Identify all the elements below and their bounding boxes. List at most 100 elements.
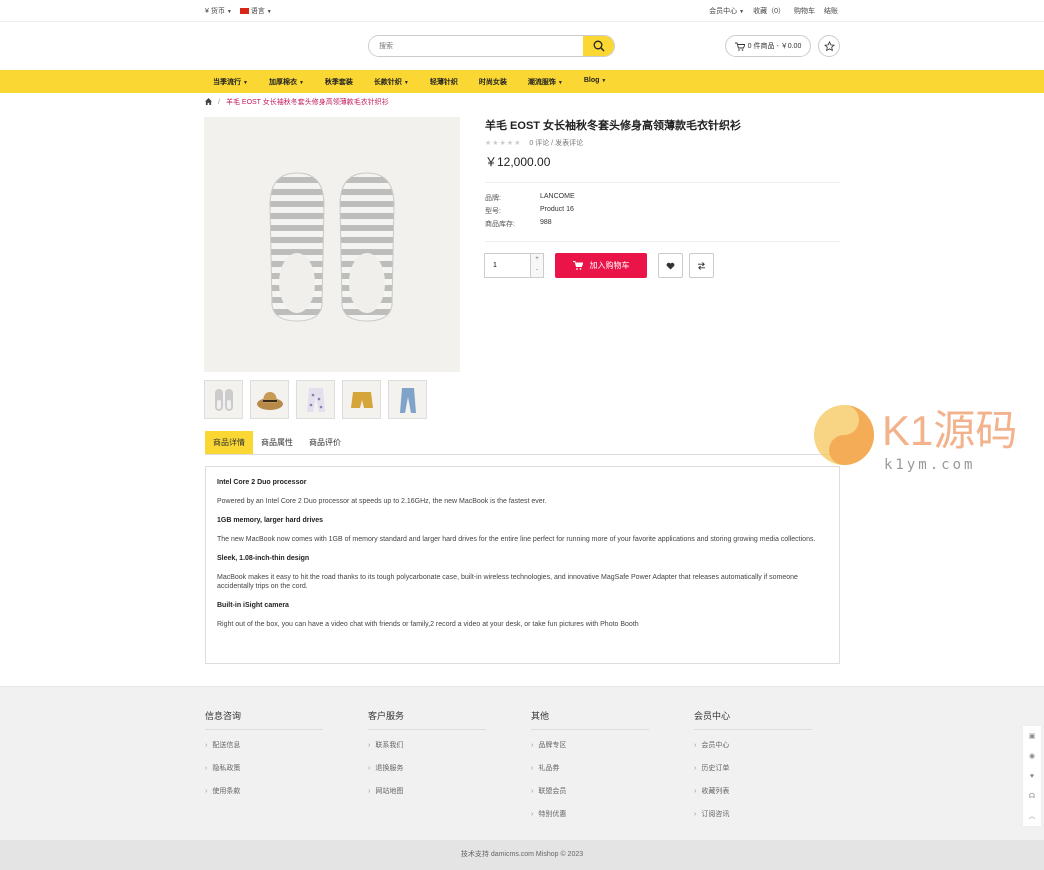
floating-sidebar: ▣ ◉ ♥ ☊ ︿ [1022,725,1042,827]
nav-item[interactable]: 秋季套装 [325,77,353,87]
cart-icon [572,261,583,270]
nav-item[interactable]: 长款针织 ▼ [374,77,409,87]
footer-column-title: 会员中心 [694,709,812,730]
footer-link[interactable]: 使用条款 [205,786,323,809]
description-text: The new MacBook now comes with 1GB of me… [217,536,816,543]
main-product-image[interactable] [204,117,460,372]
thumbnail-shorts[interactable] [342,380,381,419]
footer-link[interactable]: 收藏列表 [694,786,812,809]
add-to-cart-label: 加入购物车 [589,261,630,270]
breadcrumb-separator: / [218,98,220,106]
footer-link[interactable]: 品牌专区 [531,740,649,763]
footer-link[interactable]: 历史订单 [694,763,812,786]
footer-link[interactable]: 订阅咨讯 [694,809,812,832]
add-to-cart-button[interactable]: 加入购物车 [555,253,647,278]
breadcrumb-current[interactable]: 羊毛 EOST 女长袖秋冬套头修身高领薄款毛衣针织衫 [226,97,389,107]
header-cart-label: 0 件商品 - ￥0.00 [747,43,802,50]
rating-row: ★★★★★ 0 评论 / 发表评论 [485,138,583,148]
nav-item[interactable]: Blog ▼ [584,77,607,87]
nav-item[interactable]: 轻薄针织 [430,77,458,87]
tab-reviews[interactable]: 商品评价 [301,431,349,454]
product-specs: 品牌: LANCOME 型号: Product 16 商品库存: 988 [485,193,575,232]
add-to-wishlist-button[interactable] [658,253,683,278]
quantity-stepper: + - [484,253,544,278]
sidebar-cart-icon[interactable]: ▣ [1023,726,1041,746]
top-bar: ¥ 货币 ▼ 语言 ▼ 会员中心 ▼ 收藏（0） 购物车 结账 [0,0,1044,22]
search-box [368,35,615,57]
spec-brand: 品牌: LANCOME [485,193,575,206]
nav-item[interactable]: 潮流服饰 ▼ [528,77,563,87]
sidebar-headset-icon[interactable]: ☊ [1023,786,1041,806]
footer-link[interactable]: 联盟会员 [531,786,649,809]
chevron-down-icon: ▼ [243,80,248,86]
footer-link[interactable]: 退换服务 [368,763,486,786]
header-cart-button[interactable]: 0 件商品 - ￥0.00 [725,35,811,57]
top-bar-right: 会员中心 ▼ 收藏（0） 购物车 结账 [709,6,838,16]
tab-attributes[interactable]: 商品属性 [253,431,301,454]
sidebar-user-icon[interactable]: ◉ [1023,746,1041,766]
footer-link[interactable]: 网站地图 [368,786,486,809]
brand-link[interactable]: LANCOME [540,193,575,206]
home-icon[interactable] [205,97,212,107]
shorts-thumb-image [350,391,373,408]
thumbnail-hat[interactable] [250,380,289,419]
divider [485,182,840,183]
member-center-link[interactable]: 会员中心 ▼ [709,6,744,16]
footer-link[interactable]: 隐私政策 [205,763,323,786]
cart-link[interactable]: 购物车 [794,6,815,16]
rating-stars-icon: ★★★★★ [485,140,522,147]
top-bar-left: ¥ 货币 ▼ 语言 ▼ [205,6,272,16]
description-text: MacBook makes it easy to hit the road th… [217,574,798,590]
exchange-icon [697,261,706,270]
description-text: Powered by an Intel Core 2 Duo processor… [217,498,547,505]
nav-item[interactable]: 加厚棉衣 ▼ [269,77,304,87]
header: 0 件商品 - ￥0.00 [0,22,1044,70]
product-title: 羊毛 EOST 女长袖秋冬套头修身高领薄款毛衣针织衫 [485,120,742,132]
reviews-link[interactable]: 0 评论 / 发表评论 [529,138,583,148]
product-price: ￥12,000.00 [485,155,551,169]
nav-item[interactable]: 时尚女装 [479,77,507,87]
footer-column-member: 会员中心 会员中心 历史订单 收藏列表 订阅咨讯 [694,709,812,832]
footer-link[interactable]: 会员中心 [694,740,812,763]
sidebar-heart-icon[interactable]: ♥ [1023,766,1041,786]
quantity-decrease-button[interactable]: - [530,265,543,277]
tab-details[interactable]: 商品详情 [205,431,253,454]
thumbnail-pants-floral[interactable] [296,380,335,419]
nav-item[interactable]: 当季流行 ▼ [213,77,248,87]
footer-link[interactable]: 礼品券 [531,763,649,786]
favorites-link[interactable]: 收藏（0） [753,6,785,16]
search-input[interactable] [369,36,579,56]
wishlist-button[interactable] [818,35,840,57]
chevron-down-icon: ▼ [557,80,563,86]
quantity-input[interactable] [485,254,529,277]
china-flag-icon [239,8,249,15]
breadcrumb: / 羊毛 EOST 女长袖秋冬套头修身高领薄款毛衣针织衫 [205,97,389,107]
description-text: Right out of the box, you can have a vid… [217,621,639,628]
divider [485,241,840,242]
product-tabs: 商品详情 商品属性 商品评价 [205,431,840,455]
thumbnail-jeans[interactable] [388,380,427,419]
copyright: 技术支持 damicms.com Mishop © 2023 [0,840,1044,870]
slippers-thumb-image [214,388,233,411]
chevron-down-icon: ▼ [403,80,409,86]
thumbnail-slippers[interactable] [204,380,243,419]
spec-model: 型号: Product 16 [485,206,574,215]
description-heading: 1GB memory, larger hard drives [217,517,324,524]
description-heading: Intel Core 2 Duo processor [217,479,307,486]
cart-icon [734,42,745,51]
star-icon [823,40,835,51]
footer: 信息咨询 配送信息 隐私政策 使用条款 客户服务 联系我们 退换服务 网站地图 … [0,686,1044,840]
footer-link[interactable]: 联系我们 [368,740,486,763]
checkout-link[interactable]: 结账 [824,6,838,16]
compare-button[interactable] [689,253,714,278]
product-description: Intel Core 2 Duo processor Powered by an… [205,466,840,664]
footer-link[interactable]: 特别优惠 [531,809,649,832]
footer-column-info: 信息咨询 配送信息 隐私政策 使用条款 [205,709,323,809]
watermark-domain: k1ym.com [884,457,975,473]
footer-link[interactable]: 配送信息 [205,740,323,763]
language-selector[interactable]: 语言 ▼ [239,6,272,16]
currency-selector[interactable]: ¥ 货币 ▼ [205,6,232,16]
sidebar-back-to-top-icon[interactable]: ︿ [1023,806,1041,826]
search-button[interactable] [583,36,614,56]
watermark-logo: K1源码 k1ym.com [812,393,1022,478]
